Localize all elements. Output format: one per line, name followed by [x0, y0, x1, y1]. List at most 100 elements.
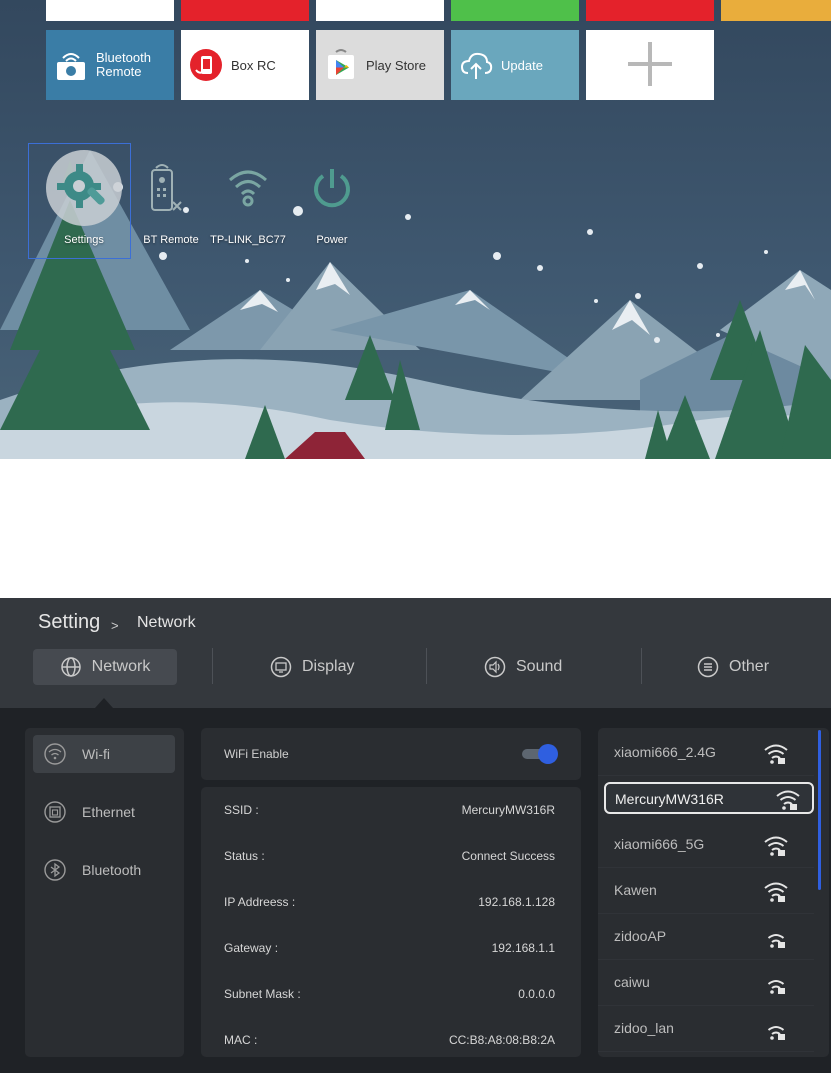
app-tile-partial[interactable]	[721, 0, 831, 21]
tab-label: Sound	[516, 658, 563, 675]
detail-key: Subnet Mask :	[224, 987, 301, 1001]
app-tile-partial[interactable]	[181, 0, 309, 21]
app-tile-partial[interactable]	[586, 0, 714, 21]
tile-label: Box RC	[231, 57, 276, 73]
tile-label: Bluetooth	[96, 50, 151, 65]
tile-label: Update	[501, 57, 543, 73]
wifi-locked-icon	[767, 980, 785, 994]
network-item[interactable]: Kawen	[598, 868, 814, 914]
wifi-enable-label: WiFi Enable	[224, 747, 289, 761]
shortcut-label: BT Remote	[143, 234, 199, 246]
sidebar-item-label: Wi-fi	[82, 746, 110, 762]
add-icon	[626, 40, 674, 91]
remote-icon	[151, 164, 182, 211]
detail-row-status: Status : Connect Success	[201, 833, 581, 879]
power-icon	[314, 169, 350, 208]
shortcut-label: Power	[316, 234, 348, 246]
wifi-locked-icon	[776, 790, 800, 810]
wifi-icon	[229, 170, 267, 207]
tab-sound[interactable]: Sound	[484, 649, 562, 685]
settings-sidebar: Wi-fi Ethernet Bluetooth	[25, 728, 184, 1057]
bluetooth-icon	[44, 859, 66, 881]
sidebar-item-label: Ethernet	[82, 804, 135, 820]
detail-key: Status :	[224, 849, 265, 863]
speaker-icon	[484, 656, 506, 678]
app-tile-partial[interactable]	[316, 0, 444, 21]
breadcrumb-separator: >	[111, 618, 119, 633]
box-rc-tile[interactable]: Box RC	[181, 30, 309, 100]
play-store-tile[interactable]: Play Store	[316, 30, 444, 100]
ethernet-icon	[44, 801, 66, 823]
detail-row-gateway: Gateway : 192.168.1.1	[201, 925, 581, 971]
detail-key: SSID :	[224, 803, 259, 817]
detail-value: Connect Success	[461, 849, 555, 863]
sidebar-item-wifi[interactable]: Wi-fi	[33, 735, 175, 773]
settings-header: Setting > Network Network Display Sound …	[0, 598, 831, 708]
detail-value: 0.0.0.0	[518, 987, 555, 1001]
settings-screen: Setting > Network Network Display Sound …	[0, 598, 831, 1073]
tile-label: Play Store	[366, 57, 426, 73]
tab-label: Network	[91, 658, 151, 675]
shortcut-label: TP-LINK_BC77	[210, 234, 286, 246]
wifi-shortcut[interactable]	[226, 164, 270, 212]
detail-row-ssid: SSID : MercuryMW316R	[201, 787, 581, 833]
play-store-icon	[324, 48, 358, 82]
detail-row-subnet: Subnet Mask : 0.0.0.0	[201, 971, 581, 1017]
tile-label: Remote	[96, 64, 142, 79]
wifi-locked-icon	[764, 882, 788, 902]
tab-label: Display	[302, 658, 355, 675]
tab-divider	[212, 648, 213, 684]
detail-row-mac: MAC : CC:B8:A8:08:B8:2A	[201, 1017, 581, 1063]
wifi-locked-icon	[767, 934, 785, 948]
tab-other[interactable]: Other	[697, 649, 769, 685]
wifi-enable-toggle[interactable]	[522, 744, 558, 764]
network-name: zidoo_lan	[614, 1020, 674, 1036]
launcher-screen: Bluetooth Remote Box RC Play Store Updat…	[0, 0, 831, 459]
app-tile-partial[interactable]	[46, 0, 174, 21]
detail-value: 192.168.1.1	[491, 941, 555, 955]
network-list-scrollbar[interactable]	[818, 730, 821, 890]
bluetooth-remote-icon	[54, 48, 88, 82]
network-name: MercuryMW316R	[615, 791, 724, 807]
selected-tab-indicator	[95, 698, 113, 708]
app-tile-partial[interactable]	[451, 0, 579, 21]
add-app-tile[interactable]	[586, 30, 714, 100]
detail-key: Gateway :	[224, 941, 279, 955]
wifi-network-list: xiaomi666_2.4G MercuryMW316R xiaomi666_5…	[598, 728, 829, 1057]
wifi-icon	[44, 743, 66, 765]
network-item-selected[interactable]: MercuryMW316R	[604, 782, 814, 814]
cloud-upload-icon	[459, 48, 493, 82]
detail-value: 192.168.1.128	[478, 895, 555, 909]
network-item[interactable]: zidoo_lan	[598, 1006, 814, 1052]
menu-icon	[697, 656, 719, 678]
network-name: xiaomi666_2.4G	[614, 744, 716, 760]
tab-network[interactable]: Network	[33, 649, 177, 685]
network-name: zidooAP	[614, 928, 667, 944]
tab-divider	[426, 648, 427, 684]
globe-icon	[60, 657, 81, 677]
network-name: xiaomi666_5G	[614, 836, 705, 852]
bt-remote-shortcut[interactable]	[146, 162, 186, 214]
detail-key: IP Addreess :	[224, 895, 296, 909]
detail-key: MAC :	[224, 1033, 258, 1047]
wifi-enable-row: WiFi Enable	[201, 728, 581, 780]
sidebar-item-bluetooth[interactable]: Bluetooth	[33, 851, 175, 889]
sidebar-item-ethernet[interactable]: Ethernet	[33, 793, 175, 831]
breadcrumb-root: Setting	[38, 611, 101, 633]
power-shortcut[interactable]	[308, 164, 356, 212]
network-item[interactable]: zidooAP	[598, 914, 814, 960]
tab-display[interactable]: Display	[270, 649, 354, 685]
detail-value: CC:B8:A8:08:B8:2A	[448, 1033, 555, 1047]
network-item[interactable]: xiaomi666_2.4G	[598, 730, 814, 776]
box-rc-icon	[189, 48, 223, 82]
network-name: Kawen	[614, 882, 657, 898]
bluetooth-remote-tile[interactable]: Bluetooth Remote	[46, 30, 174, 100]
update-tile[interactable]: Update	[451, 30, 579, 100]
focus-highlight	[28, 143, 131, 259]
tab-divider	[641, 648, 642, 684]
wifi-locked-icon	[767, 1026, 785, 1040]
network-name: caiwu	[614, 974, 650, 990]
tab-label: Other	[729, 658, 770, 675]
network-item[interactable]: xiaomi666_5G	[598, 822, 814, 868]
network-item[interactable]: caiwu	[598, 960, 814, 1006]
